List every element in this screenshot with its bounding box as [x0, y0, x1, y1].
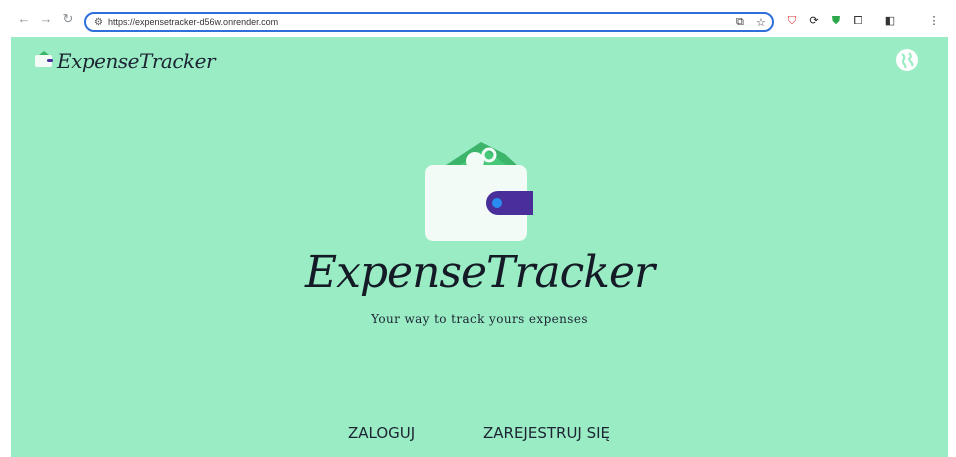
register-link[interactable]: ZAREJESTRUJ SIĘ — [483, 424, 610, 442]
hero-title: ExpenseTracker — [304, 247, 655, 298]
wallet-logo-icon — [35, 51, 53, 67]
address-bar[interactable]: ⚙ https://expensetracker-d56w.onrender.c… — [84, 12, 774, 32]
landing-page: ExpenseTracker ExpenseTracker Your way t… — [11, 37, 948, 457]
bookmark-star-icon[interactable]: ☆ — [756, 16, 766, 29]
browser-toolbar: ← → ↻ ⚙ https://expensetracker-d56w.onre… — [0, 0, 956, 37]
language-globe-icon[interactable] — [896, 49, 918, 71]
extensions-puzzle-icon[interactable]: ⧠ — [852, 15, 864, 27]
extension-shield-icon[interactable]: ⛉ — [786, 15, 798, 27]
reload-icon[interactable]: ↻ — [61, 12, 75, 26]
header-brand[interactable]: ExpenseTracker — [57, 49, 216, 73]
site-settings-icon[interactable]: ⚙ — [94, 17, 103, 28]
install-app-icon[interactable]: ⧉ — [736, 16, 744, 29]
url-text[interactable]: https://expensetracker-d56w.onrender.com — [108, 17, 278, 27]
hero-tagline: Your way to track yours expenses — [371, 312, 588, 326]
login-link[interactable]: ZALOGUJ — [348, 424, 415, 442]
forward-arrow-icon[interactable]: → — [39, 12, 53, 26]
extension-adblock-icon[interactable]: ⛊ — [830, 15, 842, 27]
wallet-hero-icon — [425, 142, 533, 241]
extension-sync-icon[interactable]: ⟳ — [808, 15, 820, 27]
menu-kebab-icon[interactable]: ⋮ — [928, 15, 940, 27]
side-panel-icon[interactable]: ◧ — [884, 15, 896, 27]
back-arrow-icon[interactable]: ← — [17, 12, 31, 26]
